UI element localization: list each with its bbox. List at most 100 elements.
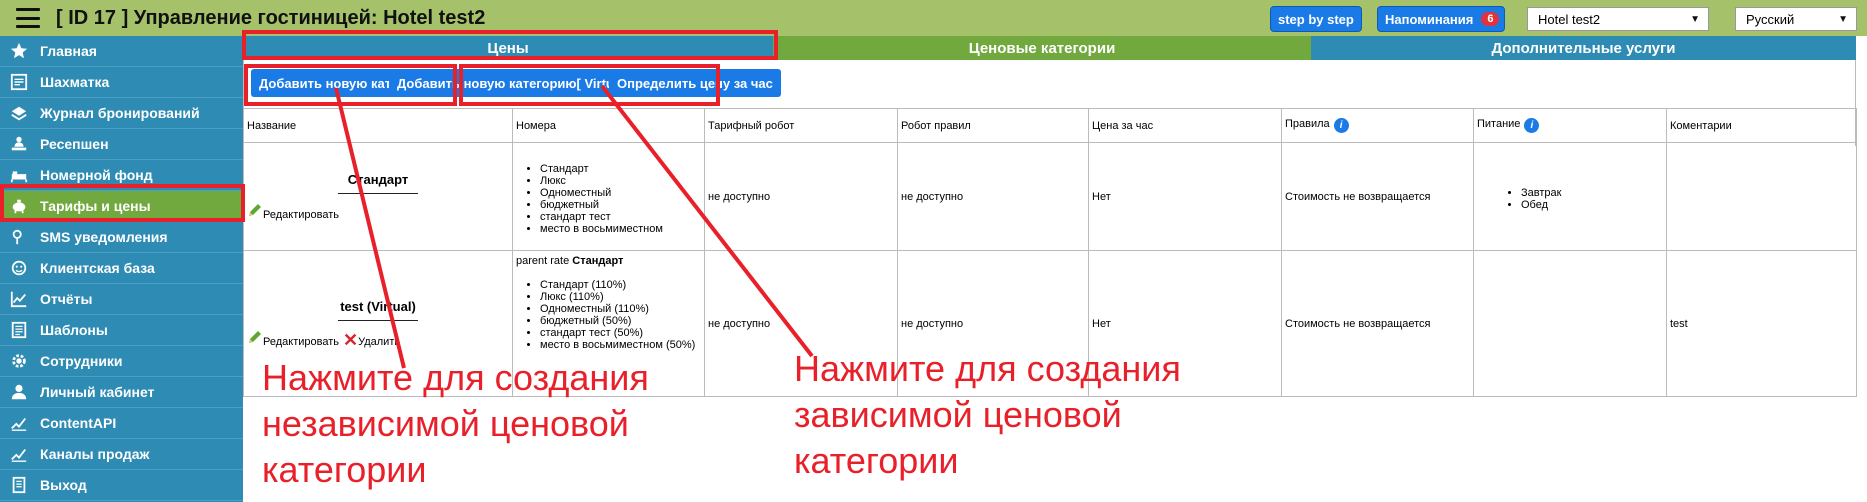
sidebar-item-label: Личный кабинет <box>40 384 155 400</box>
list-item: Одноместный (110%) <box>540 303 701 315</box>
parent-rate-label: parent rate <box>516 255 570 267</box>
sidebar-item-label: ContentAPI <box>40 415 117 431</box>
sidebar-item-label: Номерной фонд <box>40 167 153 183</box>
step-by-step-button[interactable]: step by step <box>1270 6 1362 32</box>
list-item: место в восьмиместном (50%) <box>540 339 701 351</box>
reminders-button[interactable]: Напоминания 6 <box>1377 6 1506 32</box>
tariff-robot-cell: не доступно <box>704 142 898 251</box>
delete-link[interactable]: Удалить <box>358 336 400 348</box>
meals-cell: Завтрак Обед <box>1473 142 1667 251</box>
piggy-bank-icon <box>8 196 30 216</box>
page-title: [ ID 17 ] Управление гостиницей: Hotel t… <box>56 7 486 29</box>
meals-list: Завтрак Обед <box>1477 187 1663 211</box>
comment-cell <box>1666 142 1857 251</box>
sidebar-item-tariffs[interactable]: Тарифы и цены <box>0 191 243 222</box>
column-header-hourly-price: Цена за час <box>1088 108 1282 143</box>
sidebar-item-label: Сотрудники <box>40 353 123 369</box>
list-item: бюджетный (50%) <box>540 315 701 327</box>
sidebar-item-label: Ресепшен <box>40 136 109 152</box>
sidebar-item-home[interactable]: Главная <box>0 36 243 67</box>
sidebar-item-reports[interactable]: Отчёты <box>0 284 243 315</box>
sidebar-item-account[interactable]: Личный кабинет <box>0 377 243 408</box>
tab-extra-services[interactable]: Дополнительные услуги <box>1311 36 1856 60</box>
annotation-line: категории <box>794 440 959 481</box>
annotation-independent: Нажмите для создания независимой ценовой… <box>262 355 649 493</box>
sidebar-item-label: Шахматка <box>40 74 110 90</box>
sidebar: Главная Шахматка Журнал бронирований Рес… <box>0 36 243 502</box>
sidebar-item-sms[interactable]: SMS уведомления <box>0 222 243 253</box>
column-header-tariff-robot: Тарифный робот <box>704 108 898 143</box>
sms-icon <box>8 227 30 247</box>
room-icon <box>8 165 30 185</box>
rules-robot-cell: не доступно <box>897 142 1089 251</box>
chevron-down-icon: ▼ <box>1838 13 1848 25</box>
sidebar-item-label: Шаблоны <box>40 322 108 338</box>
sidebar-item-channels[interactable]: Каналы продаж <box>0 439 243 470</box>
column-header-meals: Питание i <box>1473 108 1667 143</box>
info-icon[interactable]: i <box>1333 118 1349 133</box>
sidebar-item-clients[interactable]: Клиентская база <box>0 253 243 284</box>
app-header: [ ID 17 ] Управление гостиницей: Hotel t… <box>0 0 1867 36</box>
sidebar-item-templates[interactable]: Шаблоны <box>0 315 243 346</box>
info-icon[interactable]: i <box>1524 118 1540 133</box>
list-item: Стандарт <box>540 163 701 175</box>
grid-icon <box>8 72 30 92</box>
sidebar-item-label: Журнал бронирований <box>40 105 200 121</box>
sidebar-item-label: Тарифы и цены <box>40 198 151 214</box>
rules-cell: Стоимость не возвращается <box>1281 142 1474 251</box>
tab-price-categories[interactable]: Ценовые категории <box>773 36 1311 60</box>
star-icon <box>8 41 30 61</box>
annotation-line: категории <box>262 449 427 490</box>
list-item: Одноместный <box>540 187 701 199</box>
sidebar-item-booking-journal[interactable]: Журнал бронирований <box>0 98 243 129</box>
list-item: стандарт тест <box>540 211 701 223</box>
tab-prices[interactable]: Цены <box>243 36 773 60</box>
table-header-row: Название Номера Тарифный робот Робот пра… <box>243 108 1857 143</box>
sidebar-item-chessboard[interactable]: Шахматка <box>0 67 243 98</box>
list-item: стандарт тест (50%) <box>540 327 701 339</box>
client-icon <box>8 258 30 278</box>
edit-row: Редактировать <box>247 202 509 221</box>
meals-cell <box>1473 250 1667 397</box>
parent-rate-name: Стандарт <box>572 255 624 267</box>
language-select[interactable]: Русский ▼ <box>1735 7 1857 31</box>
reception-icon <box>8 134 30 154</box>
sidebar-item-room-fund[interactable]: Номерной фонд <box>0 160 243 191</box>
sidebar-item-reception[interactable]: Ресепшен <box>0 129 243 160</box>
list-item: место в восьмиместном <box>540 223 701 235</box>
rooms-cell: Стандарт Люкс Одноместный бюджетный стан… <box>512 142 705 251</box>
chevron-down-icon: ▼ <box>1690 13 1700 25</box>
sidebar-item-label: Выход <box>40 477 87 493</box>
comment-cell: test <box>1666 250 1857 397</box>
list-item: Обед <box>1521 199 1663 211</box>
sidebar-item-contentapi[interactable]: ContentAPI <box>0 408 243 439</box>
sidebar-item-label: Главная <box>40 43 97 59</box>
edit-link[interactable]: Редактировать <box>263 209 339 221</box>
annotation-dependent: Нажмите для создания зависимой ценовой к… <box>794 346 1181 484</box>
column-header-rules: Правила i <box>1281 108 1474 143</box>
hourly-price-cell: Нет <box>1088 142 1282 251</box>
chart-icon <box>8 289 30 309</box>
list-item: Люкс (110%) <box>540 291 701 303</box>
delete-icon[interactable]: ✕ <box>343 331 358 349</box>
column-header-rooms: Номера <box>512 108 705 143</box>
hotel-select[interactable]: Hotel test2 ▼ <box>1527 7 1709 31</box>
edit-link[interactable]: Редактировать <box>263 336 339 348</box>
category-name: Стандарт <box>347 172 409 187</box>
category-name-underline <box>338 320 418 321</box>
set-hourly-price-button[interactable]: Определить цену за час <box>609 69 781 97</box>
category-name-underline <box>338 193 418 194</box>
tab-bar: Цены Ценовые категории Дополнительные ус… <box>243 36 1856 60</box>
api-icon <box>8 413 30 433</box>
sidebar-item-staff[interactable]: Сотрудники <box>0 346 243 377</box>
pencil-icon[interactable] <box>247 329 263 348</box>
hamburger-menu-icon[interactable] <box>16 8 40 28</box>
sidebar-item-exit[interactable]: Выход <box>0 470 243 501</box>
category-name-cell: Стандарт Редактировать <box>243 142 513 251</box>
column-header-meals-label: Питание <box>1477 118 1521 130</box>
edit-row: Редактировать ✕ Удалить <box>247 329 509 349</box>
pencil-icon[interactable] <box>247 202 263 221</box>
category-name: test (Virtual) <box>340 299 416 314</box>
reminders-label: Напоминания <box>1385 11 1474 27</box>
add-virtual-category-button[interactable]: Добавить новую категорию[ Virtual ] <box>389 69 641 97</box>
